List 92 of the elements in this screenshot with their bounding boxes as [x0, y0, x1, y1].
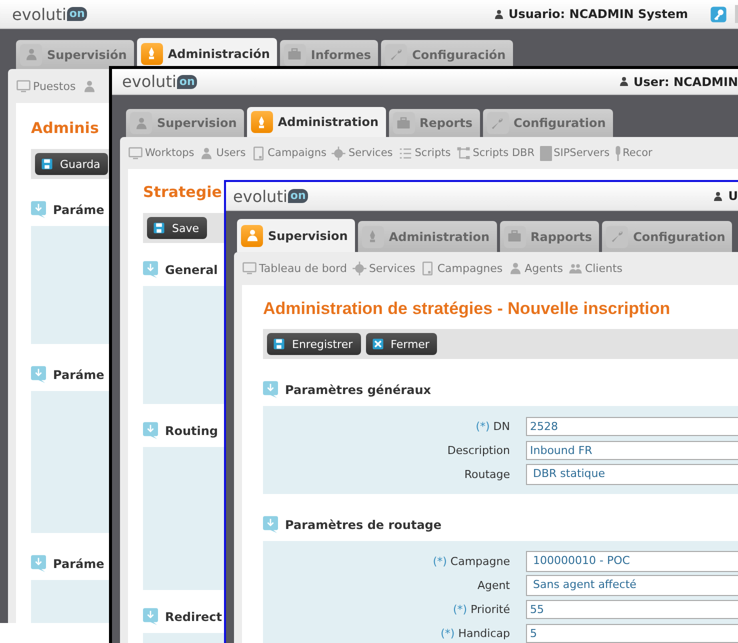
- briefcase-icon: [284, 44, 306, 66]
- input-field[interactable]: Inbound FR: [526, 440, 738, 460]
- subnav-link[interactable]: Puestos: [16, 78, 76, 94]
- dropdown[interactable]: DBR statique: [526, 464, 738, 484]
- toolbar-button[interactable]: Save: [147, 217, 208, 239]
- down-arrow-bubble-icon[interactable]: [263, 516, 278, 533]
- toolbar-button[interactable]: Enregistrer: [267, 333, 361, 355]
- input-field[interactable]: 2528: [526, 416, 738, 436]
- subnav-link[interactable]: Services: [352, 261, 416, 276]
- nav-tab[interactable]: Rapports: [500, 221, 600, 252]
- toolbar-button[interactable]: Guarda: [35, 153, 108, 175]
- person-icon: [492, 8, 504, 20]
- person-icon: [618, 75, 630, 88]
- nav-tab[interactable]: Configuration: [602, 221, 732, 252]
- dropdown[interactable]: Sans agent affecté: [526, 574, 738, 596]
- subnav-link[interactable]: Users: [199, 146, 246, 160]
- input-field[interactable]: 55: [526, 600, 738, 618]
- field-label: (*) Priorité: [452, 602, 511, 616]
- field-label: (*) Campagne: [432, 554, 511, 568]
- dropdown[interactable]: 100000010 - POC: [526, 550, 738, 572]
- tablet-icon: [250, 146, 266, 160]
- subnav-link[interactable]: Clients: [568, 261, 623, 276]
- user-name: User: NCADMIN: [634, 74, 738, 88]
- pen-nib-icon: [250, 111, 273, 133]
- monitor-icon: [242, 261, 257, 276]
- key-icon[interactable]: [710, 6, 727, 22]
- monitor-icon: [16, 78, 31, 94]
- nav-tab[interactable]: Reports: [388, 109, 480, 137]
- field-label: Routage: [463, 468, 511, 480]
- nav-tab[interactable]: Supervisión: [16, 40, 134, 69]
- down-arrow-bubble-icon[interactable]: [263, 381, 278, 398]
- down-arrow-bubble-icon[interactable]: [31, 366, 46, 383]
- tablet-icon: [420, 261, 436, 276]
- down-arrow-bubble-icon[interactable]: [31, 555, 46, 572]
- person-icon: [508, 261, 523, 276]
- monitor-icon: [128, 146, 143, 160]
- pen-nib-icon: [362, 226, 384, 248]
- nav-tab[interactable]: Administración: [136, 38, 277, 69]
- briefcase-icon: [504, 226, 526, 248]
- nav-tab[interactable]: Informes: [280, 40, 378, 69]
- section-title: General: [165, 262, 218, 276]
- subnav-link[interactable]: Worktops: [128, 146, 194, 160]
- section-title: Paramètres généraux: [285, 382, 432, 396]
- briefcase-icon: [392, 112, 414, 134]
- subnav-link[interactable]: Recor: [614, 146, 652, 160]
- microphone-icon: [614, 146, 621, 160]
- toolbar-button[interactable]: Fermer: [366, 333, 438, 355]
- subnav-link[interactable]: Campaigns: [250, 146, 326, 160]
- section-title: Paráme: [53, 202, 104, 216]
- pen-nib-icon: [140, 42, 163, 64]
- list-icon: [398, 146, 413, 160]
- subnav-link[interactable]: Scripts DBR: [456, 146, 535, 160]
- section-title: Paráme: [53, 556, 104, 570]
- person-icon: [130, 112, 152, 134]
- subnav-link[interactable]: Tableau de bord: [242, 261, 347, 276]
- subnav-link[interactable]: Campagnes: [420, 261, 503, 276]
- section-title: Redirect: [165, 610, 222, 624]
- nav-tab[interactable]: Supervision: [237, 219, 355, 252]
- subnav-link[interactable]: Services: [331, 146, 393, 160]
- person-icon: [199, 146, 214, 160]
- section-title: Paramètres de routage: [285, 518, 442, 532]
- person-icon[interactable]: [82, 78, 97, 94]
- page-title: Strategie: [143, 183, 222, 203]
- down-arrow-bubble-icon[interactable]: [143, 608, 158, 625]
- section-title: Paráme: [53, 368, 104, 382]
- subnav-link[interactable]: SIPServers: [540, 146, 610, 160]
- person-icon: [20, 44, 42, 66]
- field-label: (*) DN: [474, 420, 511, 432]
- field-label: Agent: [476, 578, 511, 592]
- nav-tab[interactable]: Configuration: [482, 109, 613, 137]
- subnav-link[interactable]: Agents: [508, 261, 563, 276]
- close-icon: [370, 337, 385, 351]
- user-name: U: [728, 189, 738, 203]
- section-title: Routing: [165, 424, 218, 438]
- input-field[interactable]: 5: [526, 624, 738, 642]
- nav-tab[interactable]: Administration: [246, 107, 386, 137]
- down-arrow-bubble-icon[interactable]: [143, 422, 158, 439]
- field-label: (*) Handicap: [440, 626, 511, 640]
- nav-tab[interactable]: Administration: [358, 221, 496, 252]
- user-name: Usuario: NCADMIN System: [508, 7, 688, 21]
- down-arrow-bubble-icon[interactable]: [31, 201, 46, 218]
- nav-tab[interactable]: Configuración: [381, 40, 513, 69]
- people-icon: [568, 261, 583, 276]
- field-label: Description: [446, 444, 511, 456]
- page-title: Administration de stratégies - Nouvelle inscription: [263, 299, 670, 320]
- page-title: Adminis: [31, 119, 99, 139]
- nav-tab[interactable]: Supervision: [126, 109, 244, 137]
- down-arrow-bubble-icon[interactable]: [143, 261, 158, 278]
- subnav-link[interactable]: Scripts: [398, 146, 451, 160]
- person-icon: [241, 224, 263, 246]
- person-icon: [712, 190, 724, 202]
- tree-icon: [456, 146, 471, 160]
